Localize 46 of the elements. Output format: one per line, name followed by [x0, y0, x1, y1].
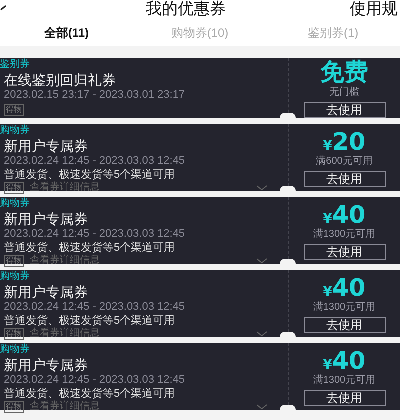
- brand-tag: 得物: [4, 401, 24, 413]
- coupon-title: 新用户专属券: [4, 357, 89, 374]
- discount-amount: ¥40: [323, 200, 366, 229]
- coupon-type-tag: 购物券: [0, 344, 30, 356]
- use-button[interactable]: 去使用: [304, 102, 386, 118]
- channel-info: 普通发货、极速发货等5个渠道可用: [4, 314, 176, 328]
- channel-info: 普通发货、极速发货等5个渠道可用: [4, 241, 176, 254]
- coupon-type-tag: 购物券: [0, 271, 30, 283]
- brand-tag: 得物: [4, 255, 24, 267]
- use-button[interactable]: 去使用: [304, 317, 386, 334]
- brand-tag: 得物: [4, 104, 24, 116]
- coupon-title: 新用户专属券: [4, 284, 89, 301]
- page-title: 我的优惠券: [146, 1, 226, 19]
- usage-rules-link[interactable]: 使用规: [350, 1, 398, 19]
- discount-amount: ¥40: [323, 274, 366, 302]
- brand-tag: 得物: [4, 328, 24, 340]
- price-label: 免费: [320, 58, 368, 86]
- chevron-down-icon[interactable]: [256, 331, 268, 337]
- filter-tab[interactable]: 全部(11): [0, 24, 134, 42]
- channel-info: 普通发货、极速发货等5个渠道可用: [4, 168, 176, 182]
- validity-period: 2023.02.24 12:45 - 2023.03.03 12:45: [4, 228, 186, 241]
- use-button[interactable]: 去使用: [304, 244, 386, 260]
- chevron-down-icon[interactable]: [256, 404, 268, 410]
- brand-tag: 得物: [4, 182, 24, 194]
- validity-period: 2023.02.24 12:45 - 2023.03.03 12:45: [4, 374, 186, 387]
- validity-period: 2023.02.24 12:45 - 2023.03.03 12:45: [4, 155, 186, 168]
- coupon-type-tag: 购物券: [0, 125, 30, 137]
- coupon-title: 新用户专属券: [4, 211, 89, 228]
- usage-condition: 无门槛: [330, 86, 360, 98]
- usage-condition: 满1300元可用: [313, 375, 376, 388]
- usage-condition: 满1300元可用: [313, 302, 376, 314]
- coupon-type-tag: 鉴别券: [0, 59, 30, 71]
- coupon-title: 新用户专属券: [4, 138, 89, 155]
- coupon-type-tag: 购物券: [0, 198, 30, 210]
- use-button[interactable]: 去使用: [304, 390, 386, 406]
- validity-period: 2023.02.24 12:45 - 2023.03.03 12:45: [4, 301, 186, 314]
- coupon-title: 在线鉴别回归礼券: [4, 72, 117, 89]
- chevron-down-icon[interactable]: [256, 185, 268, 191]
- discount-amount: ¥20: [323, 128, 366, 156]
- channel-info: 普通发货、极速发货等5个渠道可用: [4, 387, 176, 400]
- chevron-down-icon[interactable]: [256, 258, 268, 264]
- use-button[interactable]: 去使用: [304, 171, 386, 188]
- usage-condition: 满1300元可用: [313, 229, 376, 242]
- discount-amount: ¥40: [323, 346, 366, 375]
- validity-period: 2023.02.15 23:17 - 2023.03.01 23:17: [4, 89, 186, 102]
- usage-condition: 满600元可用: [316, 156, 373, 168]
